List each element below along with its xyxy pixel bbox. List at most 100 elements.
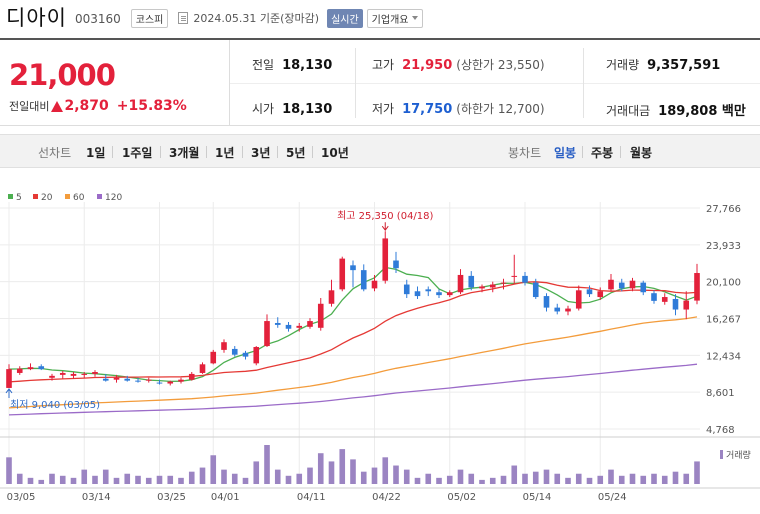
company-overview-button[interactable]: 기업개요 xyxy=(366,8,424,28)
volume-bar xyxy=(188,471,195,484)
candle-body xyxy=(532,282,539,298)
period-1w[interactable]: 1주일 xyxy=(122,144,152,161)
volume-bar xyxy=(403,469,410,484)
high-label: 고가 xyxy=(372,58,395,72)
volume-bar xyxy=(49,473,55,484)
volume-bar xyxy=(339,449,346,484)
volume-bar xyxy=(694,461,700,484)
volume-bar xyxy=(102,469,109,484)
candle-body xyxy=(683,300,690,310)
period-1y[interactable]: 1년 xyxy=(215,144,234,161)
candle-body xyxy=(672,298,679,310)
volume-bar xyxy=(317,453,324,484)
chart-svg[interactable]: 5 20 60 120 27,766 23,933 20,100 16,267 12,434 8,… xyxy=(0,180,760,510)
volume-bar xyxy=(178,477,184,484)
toolbar-divider xyxy=(620,146,621,158)
candle-body xyxy=(586,289,593,295)
candle-body xyxy=(651,293,657,301)
candle-body xyxy=(457,274,464,293)
candle-body xyxy=(371,280,378,289)
min-annotation: 최저 9,040 (03/05) xyxy=(10,399,100,411)
candle-body xyxy=(328,290,335,304)
candle-body xyxy=(199,364,206,373)
x-tick-label: 05/14 xyxy=(523,492,552,503)
y-tick-label: 16,267 xyxy=(706,315,741,326)
candle-monthly[interactable]: 월봉 xyxy=(630,144,652,161)
candle-weekly[interactable]: 주봉 xyxy=(591,144,613,161)
y-tick-label: 8,601 xyxy=(706,388,735,399)
candle-body xyxy=(479,286,485,289)
volume-cell: 거래량 9,357,591 xyxy=(606,56,720,73)
period-3m[interactable]: 3개월 xyxy=(169,144,199,161)
volume-bar xyxy=(70,477,77,484)
candle-body xyxy=(102,378,109,381)
change-percent: +15.83% xyxy=(116,98,187,114)
candle-body xyxy=(629,280,636,289)
x-tick-label: 03/25 xyxy=(157,492,186,503)
toolbar-divider xyxy=(312,146,313,158)
volume-bar xyxy=(500,475,507,484)
candle-body xyxy=(285,324,292,329)
candle-body xyxy=(6,369,12,388)
candle-body xyxy=(135,380,141,382)
legend-label: 120 xyxy=(105,193,122,203)
candle-daily[interactable]: 일봉 xyxy=(554,144,576,161)
candle-body xyxy=(81,373,88,375)
candle-body xyxy=(49,375,55,378)
x-tick-label: 03/14 xyxy=(82,492,111,503)
prev-close-value: 18,130 xyxy=(282,58,333,73)
volume-bar xyxy=(672,471,679,484)
volume-bar xyxy=(296,473,303,484)
y-tick-label: 20,100 xyxy=(706,278,741,289)
open-cell: 시가 18,130 xyxy=(252,100,332,117)
candle-body xyxy=(92,371,98,374)
volume-bar xyxy=(135,475,141,484)
amount-value: 189,808 백만 xyxy=(658,104,746,119)
candle-body xyxy=(382,238,389,281)
volume-bar xyxy=(425,473,432,484)
candle-body xyxy=(511,275,518,277)
volume-bar xyxy=(565,477,571,484)
candle-body xyxy=(414,291,421,297)
realtime-button[interactable]: 실시간 xyxy=(327,8,363,28)
candle-body xyxy=(242,352,249,357)
lower-limit: (하한가 12,700) xyxy=(456,102,545,116)
toolbar-divider xyxy=(160,146,161,158)
volume-bar xyxy=(651,473,657,484)
volume-bar xyxy=(199,467,206,484)
amount-cell: 거래대금 189,808 백만 xyxy=(606,100,746,119)
candle-chart-label: 봉차트 xyxy=(508,146,542,160)
volume-bar xyxy=(242,477,249,484)
legend-label: 60 xyxy=(73,193,85,203)
candle-body xyxy=(296,325,303,328)
candle-body xyxy=(317,303,324,328)
y-tick-label: 12,434 xyxy=(706,351,741,362)
chart-toolbar: 선차트 1일 1주일 3개월 1년 3년 5년 10년 봉차트 일봉 주봉 월봉 xyxy=(0,134,760,168)
volume-bar xyxy=(436,477,442,484)
stock-code: 003160 xyxy=(74,12,121,26)
candle-body xyxy=(274,322,281,325)
period-3y[interactable]: 3년 xyxy=(251,144,270,161)
stock-chart[interactable]: 5 20 60 120 27,766 23,933 20,100 16,267 12,434 8,… xyxy=(0,180,760,510)
period-1d[interactable]: 1일 xyxy=(86,144,105,161)
open-value: 18,130 xyxy=(282,102,333,117)
volume-bar xyxy=(145,477,152,484)
volume-bar xyxy=(629,473,636,484)
volume-bar xyxy=(522,473,528,484)
low-cell: 저가 17,750 (하한가 12,700) xyxy=(372,100,545,117)
volume-bar xyxy=(210,455,217,484)
volume-bar xyxy=(479,479,485,484)
change-label: 전일대비 xyxy=(9,100,50,113)
period-5y[interactable]: 5년 xyxy=(286,144,305,161)
candle-body xyxy=(608,279,614,290)
volume-bar xyxy=(350,459,356,484)
x-tick-label: 03/05 xyxy=(7,492,36,503)
candle-body xyxy=(264,321,270,347)
ma60-line xyxy=(8,316,698,409)
volume-bar xyxy=(393,465,399,484)
candle-body xyxy=(468,275,475,288)
legend-label: 20 xyxy=(41,193,53,203)
volume-bar xyxy=(382,457,389,484)
period-10y[interactable]: 10년 xyxy=(321,144,349,161)
volume-bar xyxy=(457,469,464,484)
